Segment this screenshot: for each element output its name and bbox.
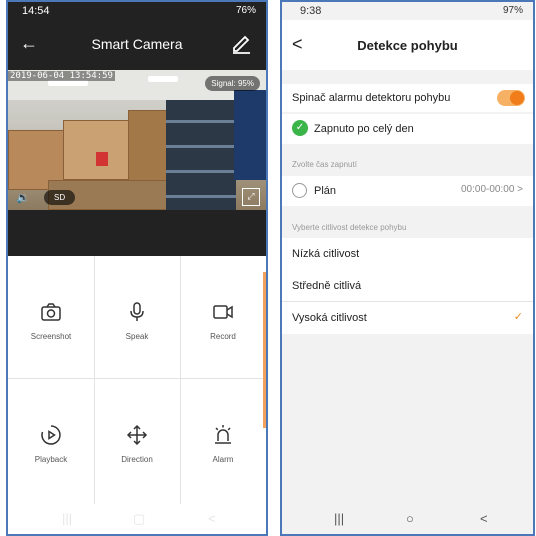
sensitivity-option-high[interactable]: Vysoká citlivost ✓ <box>282 302 533 334</box>
playback-button[interactable]: Playback <box>8 379 94 503</box>
control-label: Speak <box>125 332 149 341</box>
plan-row[interactable]: Plán 00:00-00:00 > <box>282 176 533 206</box>
status-battery: 76% <box>235 5 256 16</box>
sensitivity-label: Vysoká citlivost <box>292 312 367 324</box>
direction-button[interactable]: Direction <box>94 379 180 503</box>
camera-icon <box>8 300 94 326</box>
home-icon[interactable]: ▢ <box>133 511 145 527</box>
android-nav-bar: ||| ▢ < <box>8 504 266 534</box>
sensitivity-option-low[interactable]: Nízká citlivost <box>282 238 533 270</box>
sensitivity-label: Nízká citlivost <box>292 248 360 260</box>
fullscreen-icon[interactable]: ⤢ <box>242 188 260 206</box>
plan-label: Plán <box>314 185 337 197</box>
quality-button[interactable]: SD <box>44 190 76 205</box>
control-label: Direction <box>121 455 153 464</box>
alarm-switch-row[interactable]: Spinač alarmu detektoru pohybu <box>282 84 533 112</box>
android-nav-bar: ||| ○ < <box>282 504 533 534</box>
smart-camera-screen: 14:54 76% ← Smart Camera 2019-06-04 13:5… <box>6 0 268 536</box>
control-label: Playback <box>34 455 68 464</box>
status-bar: 14:54 76% <box>8 2 266 20</box>
video-shelf <box>166 100 236 210</box>
video-footer-bar <box>8 210 266 256</box>
playback-icon <box>8 423 94 449</box>
alarm-button[interactable]: Alarm <box>180 379 266 503</box>
section-header: Zvolte čas zapnutí <box>292 160 357 169</box>
motion-detection-screen: 9:38 97% < Detekce pohybu Spinač alarmu … <box>280 0 535 536</box>
status-bar: 9:38 97% <box>282 2 533 20</box>
alarm-toggle[interactable] <box>497 90 525 106</box>
speaker-icon[interactable]: 🔉 <box>16 191 30 204</box>
record-button[interactable]: Record <box>180 256 266 380</box>
status-time: 14:54 <box>22 5 50 17</box>
alarm-siren-icon <box>180 423 266 449</box>
section-header: Vyberte citlivost detekce pohybu <box>292 223 407 232</box>
video-box <box>63 120 133 180</box>
recent-apps-icon[interactable]: ||| <box>334 511 344 526</box>
all-day-label: Zapnuto po celý den <box>314 123 414 135</box>
recent-apps-icon[interactable]: ||| <box>62 511 72 526</box>
page-title: Detekce pohybu <box>357 38 458 53</box>
page-title: Smart Camera <box>91 36 183 52</box>
video-lamp <box>148 76 178 82</box>
signal-badge: Signal: 95% <box>205 76 260 91</box>
status-battery: 97% <box>502 5 523 16</box>
back-icon[interactable]: < <box>480 511 488 526</box>
control-label: Record <box>210 332 236 341</box>
app-header: ← Smart Camera <box>8 20 266 70</box>
speak-button[interactable]: Speak <box>94 256 180 380</box>
check-circle-icon: ✓ <box>292 120 308 136</box>
video-timestamp: 2019-06-04 13:54:59 <box>8 71 115 81</box>
back-icon[interactable]: < <box>208 511 216 526</box>
toggle-knob <box>510 91 524 105</box>
checkmark-icon: ✓ <box>513 311 523 323</box>
video-box <box>128 110 168 185</box>
radio-button[interactable] <box>292 183 307 198</box>
control-label: Screenshot <box>30 332 72 341</box>
move-arrows-icon <box>94 423 180 449</box>
all-day-row[interactable]: ✓ Zapnuto po celý den <box>282 114 533 144</box>
video-window <box>234 90 266 180</box>
video-camera-icon <box>180 300 266 326</box>
sensitivity-option-medium[interactable]: Středně citlivá <box>282 270 533 302</box>
video-red-sticker <box>96 152 108 166</box>
app-header: < Detekce pohybu <box>282 20 533 70</box>
screenshot-button[interactable]: Screenshot <box>8 256 94 380</box>
sensitivity-label: Středně citlivá <box>292 280 362 292</box>
plan-time: 00:00-00:00 > <box>461 184 523 195</box>
scroll-indicator <box>263 272 266 428</box>
alarm-switch-label: Spinač alarmu detektoru pohybu <box>292 92 451 104</box>
control-label: Alarm <box>212 455 234 464</box>
microphone-icon <box>94 300 180 326</box>
camera-live-view[interactable]: 2019-06-04 13:54:59 Signal: 95% 🔉 SD ⤢ <box>8 70 266 210</box>
status-time: 9:38 <box>300 5 322 17</box>
home-icon[interactable]: ○ <box>406 511 414 526</box>
pencil-icon[interactable] <box>230 32 252 54</box>
